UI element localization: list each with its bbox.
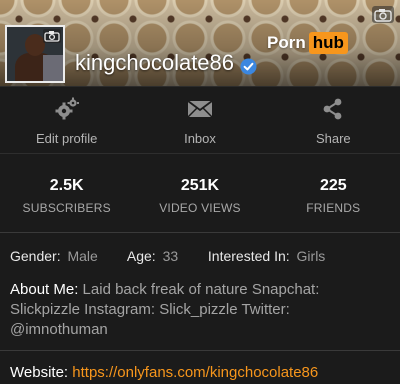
username: kingchocolate86 — [75, 50, 235, 75]
stat-video-views-label: VIDEO VIEWS — [159, 201, 241, 215]
stat-friends[interactable]: 225 FRIENDS — [267, 155, 400, 232]
avatar[interactable] — [5, 25, 65, 83]
about-me: About Me: Laid back freak of nature Snap… — [10, 280, 350, 340]
website-link[interactable]: https://onlyfans.com/kingchocolate86 — [72, 364, 318, 381]
stat-subscribers[interactable]: 2.5K SUBSCRIBERS — [0, 155, 133, 232]
interested-in-value: Girls — [296, 248, 326, 264]
share-button[interactable]: Share — [267, 87, 400, 153]
avatar-figure-head — [25, 34, 45, 56]
gender-label: Gender: — [10, 248, 61, 264]
stat-video-views-value: 251K — [180, 177, 220, 194]
stat-friends-value: 225 — [319, 177, 347, 194]
age-label: Age: — [126, 248, 156, 264]
website-row: Website: https://onlyfans.com/kingchocol… — [10, 364, 318, 381]
stat-subscribers-value: 2.5K — [49, 177, 84, 194]
gender-value: Male — [67, 248, 98, 264]
edit-profile-button[interactable]: Edit profile — [0, 87, 133, 153]
cover-camera-icon[interactable] — [372, 6, 394, 23]
stat-friends-label: FRIENDS — [306, 201, 361, 215]
inbox-button[interactable]: Inbox — [133, 87, 266, 153]
section-divider — [0, 350, 400, 351]
website-label: Website: — [10, 364, 69, 381]
interested-in-label: Interested In: — [207, 248, 290, 264]
profile-info-row: Gender: Male Age: 33 Interested In: Girl… — [10, 248, 328, 264]
inbox-label: Inbox — [184, 131, 216, 146]
share-icon — [322, 96, 344, 122]
about-me-label: About Me: — [10, 281, 79, 298]
site-logo[interactable]: Porn hub — [267, 32, 348, 54]
profile-stats: 2.5K SUBSCRIBERS 251K VIDEO VIEWS 225 FR… — [0, 155, 400, 233]
profile-actions: Edit profile Inbox Share — [0, 86, 400, 154]
logo-text-badge: hub — [308, 32, 348, 54]
stat-video-views: 251K VIDEO VIEWS — [133, 155, 266, 232]
share-label: Share — [315, 131, 351, 146]
logo-text-primary: Porn — [267, 33, 306, 52]
avatar-background-detail — [43, 55, 63, 81]
verified-badge-icon — [240, 55, 257, 74]
gear-icon — [54, 96, 80, 122]
avatar-camera-icon[interactable] — [43, 29, 61, 43]
edit-profile-label: Edit profile — [35, 131, 98, 146]
stat-subscribers-label: SUBSCRIBERS — [22, 201, 111, 215]
age-value: 33 — [162, 248, 179, 264]
username-row: kingchocolate86 — [75, 50, 257, 76]
envelope-icon — [187, 96, 213, 122]
